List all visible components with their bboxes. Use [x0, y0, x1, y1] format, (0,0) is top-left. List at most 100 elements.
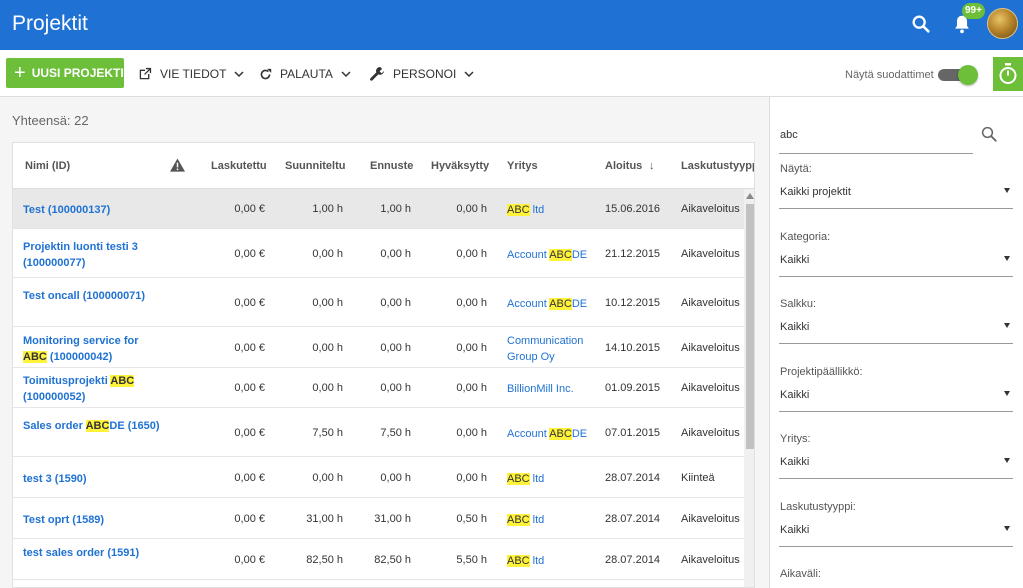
table-row[interactable]: Monitoring service for ABC (100000042) 0,…: [13, 327, 744, 368]
project-name-link[interactable]: Test (100000137): [23, 202, 163, 218]
project-name-link[interactable]: Sales order ABCDE (1650): [23, 418, 163, 434]
restore-button[interactable]: PALAUTA: [259, 64, 351, 84]
project-name-link[interactable]: test sales order (1591): [23, 545, 163, 561]
app-header: Projektit 99+: [0, 0, 1023, 50]
filter-underline: [779, 478, 1013, 479]
company-link[interactable]: ABC ltd: [507, 471, 597, 487]
project-name-link[interactable]: Projektin luonti testi 3 (100000077): [23, 239, 163, 271]
filter-select[interactable]: Kaikki: [780, 321, 809, 333]
col-start[interactable]: Aloitus: [605, 160, 642, 172]
company-link[interactable]: ABC ltd: [507, 553, 597, 569]
cell-start: 28.07.2014: [605, 554, 661, 566]
col-billing-type[interactable]: Laskutustyypp: [681, 160, 754, 172]
cell-forecast: 0,00 h: [380, 248, 411, 260]
export-button[interactable]: VIE TIEDOT: [138, 64, 244, 84]
table-row[interactable]: Projektin luonti testi 3 (100000077) 0,00…: [13, 229, 744, 278]
cell-forecast: 31,00 h: [374, 513, 411, 525]
project-name-link[interactable]: Test oncall (100000071): [23, 288, 163, 304]
company-text: Communication Group Oy: [507, 335, 584, 363]
total-count: Yhteensä: 22: [12, 113, 89, 128]
table-row[interactable]: test 3 (1590) 0,00 € 0,00 h 0,00 h 0,00 h ABC…: [13, 457, 744, 498]
personalize-button[interactable]: PERSONOI: [369, 64, 474, 84]
project-name-link[interactable]: test 3 (1590): [23, 471, 163, 487]
company-link[interactable]: ABC ltd: [507, 512, 597, 528]
table-row[interactable]: test sales order (1591) 0,00 € 82,50 h 82,5…: [13, 539, 744, 580]
cell-planned: 0,00 h: [312, 297, 343, 309]
search-icon[interactable]: [910, 13, 932, 35]
table-row[interactable]: Test oncall (100000071) 0,00 € 0,00 h 0,00 …: [13, 278, 744, 327]
scroll-thumb[interactable]: [746, 204, 754, 449]
table-row[interactable]: Test oprt (1589) 0,00 € 31,00 h 31,00 h 0,50…: [13, 498, 744, 539]
col-billed[interactable]: Laskutettu: [211, 160, 267, 172]
new-project-label: UUSI PROJEKTI: [31, 66, 124, 80]
filter-select[interactable]: Kaikki: [780, 389, 809, 401]
new-project-button[interactable]: + UUSI PROJEKTI: [6, 58, 124, 88]
company-link[interactable]: BillionMill Inc.: [507, 381, 597, 397]
company-link[interactable]: ABC ltd: [507, 202, 597, 218]
dropdown-arrow-icon[interactable]: [1004, 458, 1010, 463]
project-name-text: test 3 (1590): [23, 473, 87, 485]
project-name-text: (100000052): [23, 391, 86, 403]
warning-icon[interactable]: [170, 158, 185, 172]
cell-approved: 0,00 h: [456, 248, 487, 260]
table-row[interactable]: Toimitusprojekti ABC (100000052) 0,00 € 0,…: [13, 368, 744, 408]
col-forecast[interactable]: Ennuste: [370, 160, 413, 172]
refresh-icon: [260, 68, 272, 79]
cell-type: Aikaveloitus: [681, 382, 740, 394]
filter-select[interactable]: Kaikki projektit: [780, 186, 851, 198]
cell-start: 14.10.2015: [605, 342, 661, 354]
scroll-up-icon[interactable]: [746, 193, 754, 199]
cell-billed: 0,00 €: [234, 513, 265, 525]
avatar[interactable]: [987, 8, 1018, 39]
col-approved[interactable]: Hyväksytty: [431, 160, 489, 172]
col-company[interactable]: Yritys: [507, 160, 538, 172]
dropdown-arrow-icon[interactable]: [1004, 188, 1010, 193]
cell-billed: 0,00 €: [234, 248, 265, 260]
filter-underline: [779, 275, 1013, 277]
search-highlight: ABC: [507, 514, 530, 526]
filter-underline: [779, 410, 1013, 412]
search-highlight: ABC: [507, 473, 530, 485]
company-link[interactable]: Account ABCDE: [507, 426, 597, 442]
company-text: BillionMill Inc.: [507, 383, 574, 395]
filter-search-input[interactable]: abc: [780, 129, 798, 141]
project-name-text: test sales order (1591): [23, 547, 140, 559]
toolbar: + UUSI PROJEKTI VIE TIEDOT PALAUTA PERSO…: [0, 50, 1023, 97]
project-name-text: DE (1650): [109, 420, 160, 432]
project-name-link[interactable]: Monitoring service for ABC (100000042): [23, 333, 163, 365]
company-text: DE: [571, 249, 588, 261]
table-row[interactable]: Sales order ABCDE (1650) 0,00 €7,50 h 7,50…: [13, 408, 744, 457]
dropdown-arrow-icon[interactable]: [1004, 390, 1010, 396]
filter-label: Aikaväli:: [780, 568, 821, 580]
filter-select[interactable]: Kaikki: [780, 456, 809, 468]
company-link[interactable]: Communication Group Oy: [507, 333, 597, 365]
col-name[interactable]: Nimi (ID): [25, 160, 70, 172]
show-filters-label: Näytä suodattimet: [845, 69, 934, 81]
filter-select[interactable]: Kaikki: [780, 524, 809, 536]
project-name-text: Test (100000137): [23, 204, 111, 216]
project-name-link[interactable]: Toimitusprojekti ABC (100000052): [23, 373, 163, 405]
show-filters-toggle[interactable]: [938, 65, 978, 85]
cell-billed: 0,00 €: [234, 297, 265, 309]
project-name-text: (100000042): [46, 351, 113, 363]
dropdown-arrow-icon[interactable]: [1004, 323, 1010, 328]
filter-label: Projektipäällikkö:: [780, 365, 863, 378]
company-link[interactable]: Account ABCDE: [507, 247, 597, 263]
timer-button[interactable]: [993, 57, 1023, 91]
search-icon[interactable]: [980, 125, 998, 143]
project-name-link[interactable]: Test oprt (1589): [23, 512, 163, 528]
project-name-text: Sales order: [23, 420, 86, 432]
sort-arrow-icon[interactable]: ↓: [649, 160, 655, 172]
dropdown-arrow-icon[interactable]: [1004, 255, 1010, 261]
dropdown-arrow-icon[interactable]: [1004, 525, 1010, 531]
project-name-text: Test oncall (100000071): [23, 290, 146, 302]
filter-select[interactable]: Kaikki: [780, 254, 809, 266]
company-text: DE: [571, 298, 588, 310]
table-scrollbar[interactable]: [744, 189, 754, 587]
personalize-label: PERSONOI: [393, 67, 457, 81]
cell-type: Aikaveloitus: [681, 203, 740, 215]
company-link[interactable]: Account ABCDE: [507, 296, 597, 312]
filter-label: Laskutustyyppi:: [780, 500, 856, 513]
col-planned[interactable]: Suunniteltu: [285, 160, 346, 172]
table-row[interactable]: Test (100000137) 0,00 € 1,00 h 1,00 h 0,00 h…: [13, 189, 744, 229]
